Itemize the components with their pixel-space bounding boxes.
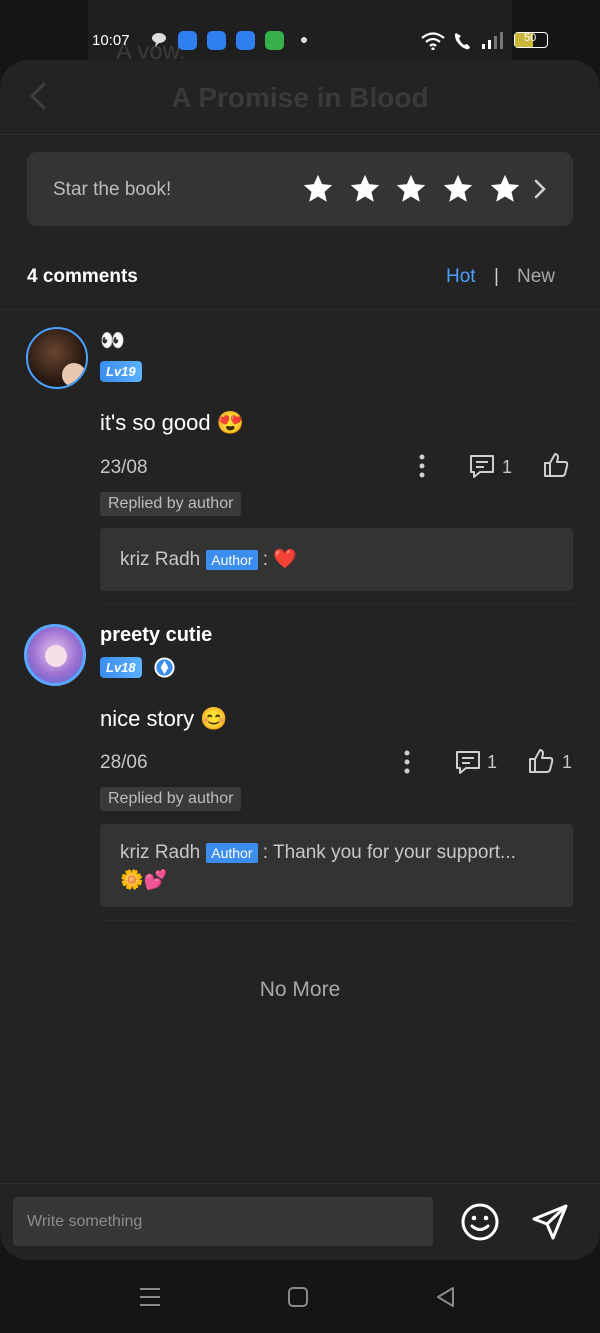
avatar[interactable] (24, 624, 86, 686)
menu-icon[interactable] (137, 1284, 163, 1310)
reply-count: 1 (487, 752, 498, 772)
divider (100, 920, 573, 921)
avatar-sticker (62, 363, 86, 387)
verified-badge-icon (154, 657, 175, 678)
author-reply-box[interactable]: kriz Radh Author : Thank you for your sup… (100, 824, 573, 907)
reply-icon[interactable] (468, 453, 496, 479)
star-icon[interactable] (441, 172, 475, 206)
star-label: Star the book! (53, 179, 172, 200)
page-title: A Promise in Blood (171, 82, 429, 113)
dot-icon (301, 37, 307, 43)
star-icon[interactable] (301, 172, 335, 206)
comment-text: it's so good 😍 (100, 410, 245, 435)
comment-count: 4 comments (27, 266, 138, 287)
system-nav-bar (0, 1260, 600, 1333)
sort-hot-tab[interactable]: Hot (446, 266, 476, 288)
level-badge: Lv18 (100, 657, 142, 678)
star-icon[interactable] (348, 172, 382, 206)
author-tag: Author (206, 842, 258, 863)
reply-author-name[interactable]: kriz Radh (120, 549, 200, 570)
no-more-label: No More (259, 978, 341, 1001)
comment-date: 23/08 (100, 457, 148, 478)
like-count: 1 (562, 752, 573, 772)
emoji-icon[interactable] (460, 1202, 500, 1242)
more-options-icon[interactable] (419, 453, 425, 479)
reply-text-emoji: 🌼💕 (120, 870, 168, 891)
sort-divider: | (494, 266, 499, 287)
comment-date: 28/06 (100, 752, 148, 773)
status-time: 10:07 (92, 32, 130, 49)
app-notification-icon (265, 31, 284, 50)
home-icon[interactable] (285, 1284, 311, 1310)
thumbs-up-icon[interactable] (542, 451, 570, 479)
comment-input-bar (0, 1183, 600, 1261)
star-icon[interactable] (488, 172, 522, 206)
avatar-face (45, 645, 67, 667)
reply-author-name[interactable]: kriz Radh (120, 842, 200, 863)
thumbs-up-icon[interactable] (527, 747, 555, 775)
wifi-icon (421, 32, 445, 50)
battery-icon: 50 (514, 32, 548, 48)
replied-by-author-tag: Replied by author (100, 492, 242, 516)
username[interactable]: preety cutie (100, 624, 212, 647)
header: A Promise in Blood (0, 60, 600, 135)
level-badge: Lv19 (100, 361, 142, 382)
reply-icon[interactable] (454, 749, 482, 775)
signal-icon (482, 32, 503, 49)
sort-new-tab[interactable]: New (517, 266, 555, 288)
star-icon[interactable] (394, 172, 428, 206)
reply-count: 1 (502, 457, 513, 477)
username[interactable]: 👀 (100, 328, 125, 353)
divider (100, 604, 573, 605)
app-notification-icon (207, 31, 226, 50)
comment-input[interactable] (13, 1197, 433, 1246)
star-the-book-card[interactable]: Star the book! (27, 152, 573, 226)
chevron-right-icon (534, 179, 546, 199)
reply-text: : Thank you for your support... (257, 842, 516, 863)
divider (0, 309, 600, 310)
more-options-icon[interactable] (404, 749, 410, 775)
avatar[interactable] (26, 327, 88, 389)
send-icon[interactable] (530, 1202, 570, 1242)
back-icon[interactable] (433, 1284, 459, 1310)
author-reply-box[interactable]: kriz Radh Author : ❤️ (100, 528, 573, 591)
status-bar: 10:07 50 (0, 0, 600, 60)
comments-panel: A Promise in Blood Star the book! 4 comm… (0, 60, 600, 1260)
reply-text: : ❤️ (257, 549, 297, 570)
app-notification-icon (236, 31, 255, 50)
app-notification-icon (178, 31, 197, 50)
comment-text: nice story 😊 (100, 706, 228, 731)
author-tag: Author (206, 549, 258, 570)
chat-bubble-icon (152, 33, 166, 47)
replied-by-author-tag: Replied by author (100, 787, 242, 811)
battery-level: 50 (524, 32, 537, 44)
wifi-call-icon (455, 33, 470, 50)
